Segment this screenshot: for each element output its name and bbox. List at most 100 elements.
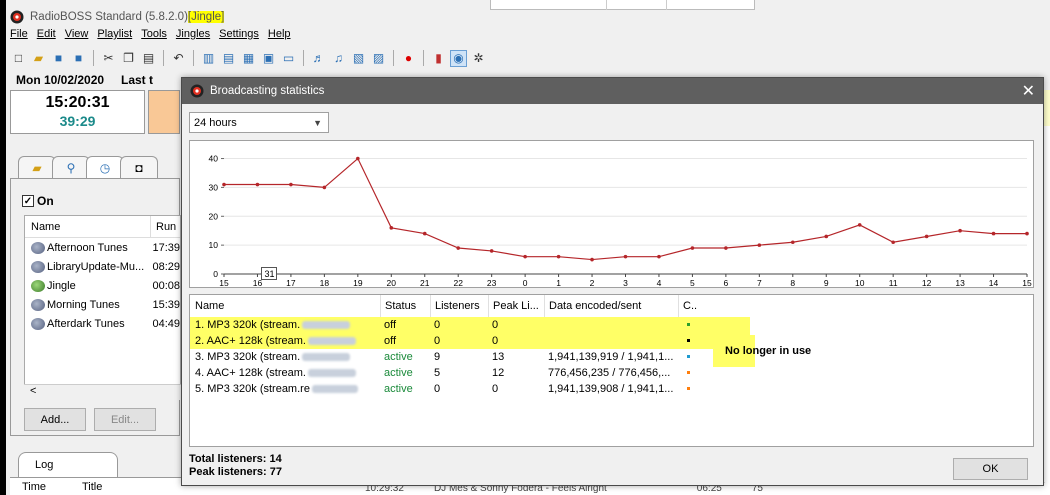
music-library-icon[interactable]: ♫ [330, 50, 347, 67]
stream-listeners-text: 0 [434, 383, 441, 395]
toolbar-separator [303, 50, 304, 66]
menu-edit[interactable]: Edit [37, 28, 56, 44]
copy-icon[interactable]: ❐ [120, 50, 137, 67]
menu-view[interactable]: View [65, 28, 89, 44]
menu-help[interactable]: Help [268, 28, 291, 44]
tab-search[interactable]: ⚲ [52, 156, 90, 178]
x-tick-label: 18 [320, 278, 330, 288]
undo-icon[interactable]: ↶ [170, 50, 187, 67]
stream-data-sent-text: 1,941,139,908 / 1,941,1... [548, 383, 674, 395]
paste-icon[interactable]: ▤ [140, 50, 157, 67]
column-header-listeners[interactable]: Listeners [430, 295, 488, 317]
menu-playlist[interactable]: Playlist [97, 28, 132, 44]
column-header-status[interactable]: Status [380, 295, 430, 317]
tab-log[interactable]: Log [18, 452, 118, 477]
list-item[interactable]: LibraryUpdate-Mu... 08:29 [25, 257, 180, 276]
close-icon[interactable]: ✕ [1022, 81, 1035, 101]
scroll-left-arrow[interactable]: < [30, 385, 36, 397]
playlist-generator-icon[interactable]: ♬ [310, 50, 327, 67]
data-point [690, 246, 695, 250]
stream-peak-listeners-text: 12 [492, 367, 505, 379]
scheduler-list[interactable]: Name Run Afternoon Tunes 17:39 LibraryUpd… [24, 215, 181, 400]
period-dropdown[interactable]: 24 hours ▼ [189, 112, 329, 133]
series-line [224, 157, 1027, 261]
x-tick-label: 0 [523, 278, 528, 288]
data-point [1025, 231, 1029, 236]
table-row[interactable]: 1. MP3 320k (stream. off 0 0 [190, 317, 750, 333]
new-file-icon[interactable]: □ [10, 50, 27, 67]
settings-gear-icon[interactable]: ✲ [470, 50, 487, 67]
column-header-color[interactable]: C.. [678, 295, 700, 317]
list-item[interactable]: Morning Tunes 15:39 [25, 295, 180, 314]
broadcast-globe-icon[interactable]: ◉ [450, 49, 467, 67]
current-item-highlight: [Jingle] [187, 11, 225, 23]
save-icon[interactable]: ■ [50, 50, 67, 67]
folder-icon: ▰ [32, 160, 42, 175]
table-row[interactable]: 2. AAC+ 128k (stream. off 0 0 [190, 333, 750, 349]
remaining-time: 39:29 [59, 113, 96, 129]
log-column-title[interactable]: Title [70, 481, 130, 493]
layout-2-icon[interactable]: ▤ [220, 50, 237, 67]
layout-4-icon[interactable]: ▣ [260, 50, 277, 67]
table-row[interactable]: 5. MP3 320k (stream.re active 0 0 1,941,139,… [190, 381, 750, 397]
x-tick-label: 15 [1022, 278, 1032, 288]
column-header-name[interactable]: Name [25, 221, 150, 233]
dialog-title-bar[interactable]: Broadcasting statistics ✕ [182, 78, 1043, 104]
table-row[interactable]: 4. AAC+ 128k (stream. active 5 12 776,456,23… [190, 365, 750, 381]
open-folder-icon[interactable]: ▰ [30, 50, 47, 67]
stream-data-sent-text: 776,456,235 / 776,456,... [548, 367, 671, 379]
menu-settings[interactable]: Settings [219, 28, 259, 44]
stream-peak-listeners-text: 0 [492, 319, 499, 331]
stream-status: off [380, 317, 430, 333]
menu-tools[interactable]: Tools [141, 28, 167, 44]
layout-5-icon[interactable]: ▭ [280, 50, 297, 67]
list-item[interactable]: Jingle 00:08 [25, 276, 180, 295]
tab-scheduler[interactable]: ◷ [86, 156, 124, 178]
column-header-peak-listeners[interactable]: Peak Li... [488, 295, 544, 317]
record-icon[interactable]: ● [400, 50, 417, 67]
list-item[interactable]: Afternoon Tunes 17:39 [25, 238, 180, 257]
redacted-hostname [302, 353, 351, 362]
event-name: Afterdark Tunes [47, 317, 125, 330]
list-item[interactable]: Afterdark Tunes 04:49 [25, 314, 180, 333]
table-row[interactable]: 3. MP3 320k (stream. active 9 13 1,941,139,9… [190, 349, 750, 365]
streams-table[interactable]: Name Status Listeners Peak Li... Data en… [189, 294, 1034, 447]
track-progress-panel [148, 90, 180, 134]
x-tick-label: 10 [855, 278, 865, 288]
x-tick-label: 6 [724, 278, 729, 288]
x-tick-label: 12 [922, 278, 932, 288]
broadcasting-statistics-dialog: Broadcasting statistics ✕ 24 hours ▼ 0 10… [181, 77, 1044, 486]
stream-peak-listeners-text: 0 [492, 335, 499, 347]
jingle-folder-icon[interactable]: ▨ [370, 50, 387, 67]
chart-value-tooltip: 31 [261, 267, 278, 281]
playlist-icon [31, 241, 45, 254]
layout-1-icon[interactable]: ▥ [200, 50, 217, 67]
save-as-icon[interactable]: ■ [70, 50, 87, 67]
edit-event-button[interactable]: Edit... [94, 408, 156, 431]
data-point [523, 254, 527, 259]
ok-button[interactable]: OK [953, 458, 1028, 480]
scheduler-icon[interactable]: ▧ [350, 50, 367, 67]
toolbar-separator [93, 50, 94, 66]
column-header-run[interactable]: Run [150, 215, 176, 238]
log-column-time[interactable]: Time [10, 481, 70, 493]
tab-folders[interactable]: ▰ [18, 156, 56, 178]
menu-file[interactable]: File [10, 28, 28, 44]
scheduler-horizontal-scrollbar[interactable]: < [24, 384, 181, 400]
add-event-button[interactable]: Add... [24, 408, 86, 431]
scheduler-on-checkbox[interactable]: ✓ On [22, 194, 54, 208]
stream-status: off [380, 333, 430, 349]
x-tick-label: 7 [757, 278, 762, 288]
tab-cart[interactable]: ◘ [120, 156, 158, 178]
stream-name-text: 5. MP3 320k (stream.re [195, 383, 310, 395]
cut-icon[interactable]: ✂ [100, 50, 117, 67]
series-color-swatch [687, 355, 690, 358]
column-header-name[interactable]: Name [190, 295, 378, 317]
jingle-icon [31, 279, 45, 292]
layout-3-icon[interactable]: ▦ [240, 50, 257, 67]
column-header-data[interactable]: Data encoded/sent [544, 295, 678, 317]
scheduler-list-header: Name Run [25, 215, 180, 238]
menu-jingles[interactable]: Jingles [176, 28, 210, 44]
statistics-icon[interactable]: ▮ [430, 50, 447, 67]
listeners-chart-svg: 01020304015 16 17 18 19 20 21 22 23 0 1 2 3 4 5 6 7 8 9 10 1… [209, 154, 1032, 288]
